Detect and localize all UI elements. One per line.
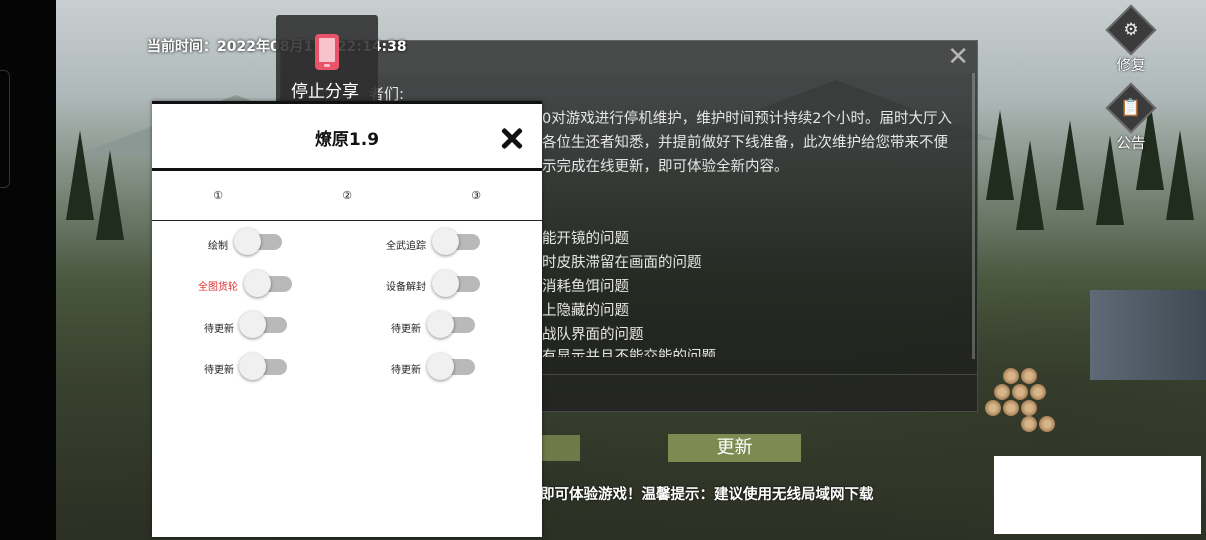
option-label: 待更新: [391, 324, 421, 335]
notice-line: 0对游戏进行停机维护，维护时间预计持续2个小时。届时大厅入: [542, 111, 952, 127]
panel-title: 燎原1.9: [314, 130, 380, 150]
notice-line: 各位生还者知悉，并提前做好下线准备，此次维护给您带来不便: [542, 135, 948, 151]
notice-line: 消耗鱼饵问题: [542, 279, 629, 295]
panel-top-border: [152, 101, 542, 104]
option-label: 全图货轮: [198, 282, 238, 293]
tree-shape: [1056, 120, 1084, 210]
notice-line: 战队界面的问题: [542, 327, 644, 343]
tree-shape: [66, 130, 94, 220]
notice-line: 能开镜的问题: [542, 231, 629, 247]
divider: [152, 168, 542, 171]
announcement-label: 公告: [1116, 136, 1146, 152]
mod-menu-panel: 燎原1.9 ① ② ③ 绘制 全图货轮 待更新 待更新 全武追踪 设备解封 待更…: [152, 101, 542, 537]
option-label: 设备解封: [386, 282, 426, 293]
option-label: 待更新: [204, 365, 234, 376]
tree-shape: [96, 150, 124, 240]
option-label: 待更新: [391, 365, 421, 376]
notice-scrollbar[interactable]: [972, 73, 975, 359]
notice-line: 有显示并且不能交能的问题: [542, 349, 716, 357]
update-button[interactable]: 更新: [668, 434, 801, 462]
phone-share-icon: [315, 34, 339, 70]
notice-line: 示完成在线更新，即可体验全新内容。: [542, 159, 789, 175]
tree-shape: [1016, 140, 1044, 230]
download-tip: 即可体验游戏！温馨提示：建议使用无线局域网下载: [540, 487, 874, 503]
toggle-draw[interactable]: [234, 228, 282, 255]
option-label: 全武追踪: [386, 241, 426, 252]
tree-shape: [1166, 130, 1194, 220]
stop-share-label: 停止分享: [291, 82, 359, 102]
toggle-weapon-tracking[interactable]: [432, 228, 480, 255]
option-label: 待更新: [204, 324, 234, 335]
toggle-pending-3[interactable]: [427, 311, 475, 338]
toggle-device-unban[interactable]: [432, 270, 480, 297]
toggle-pending-1[interactable]: [239, 311, 287, 338]
notice-line: 上隐藏的问题: [542, 303, 629, 319]
blank-overlay: [994, 456, 1201, 534]
repair-button[interactable]: ⚙ 修复: [1103, 4, 1159, 75]
tree-shape: [986, 110, 1014, 200]
tab-2[interactable]: ②: [337, 189, 357, 202]
device-side-button: [0, 70, 10, 188]
stop-share-button[interactable]: 停止分享: [276, 15, 378, 105]
log-pile: [985, 360, 1155, 450]
announcement-button[interactable]: 📋 公告: [1103, 82, 1159, 153]
toggle-pending-4[interactable]: [427, 353, 475, 380]
tab-3[interactable]: ③: [466, 189, 486, 202]
divider: [152, 220, 542, 221]
gears-icon: ⚙: [1105, 4, 1157, 56]
close-icon[interactable]: ✕: [947, 43, 969, 71]
toggle-map-cargo-ship[interactable]: [244, 270, 292, 297]
secondary-button[interactable]: [542, 435, 580, 461]
clipboard-icon: 📋: [1105, 82, 1157, 134]
repair-label: 修复: [1116, 58, 1146, 74]
option-label: 绘制: [208, 241, 228, 252]
device-bezel: [0, 0, 56, 540]
tab-1[interactable]: ①: [208, 189, 228, 202]
notice-line: 时皮肤滞留在画面的问题: [542, 255, 702, 271]
toggle-pending-2[interactable]: [239, 353, 287, 380]
close-icon[interactable]: [501, 127, 523, 149]
